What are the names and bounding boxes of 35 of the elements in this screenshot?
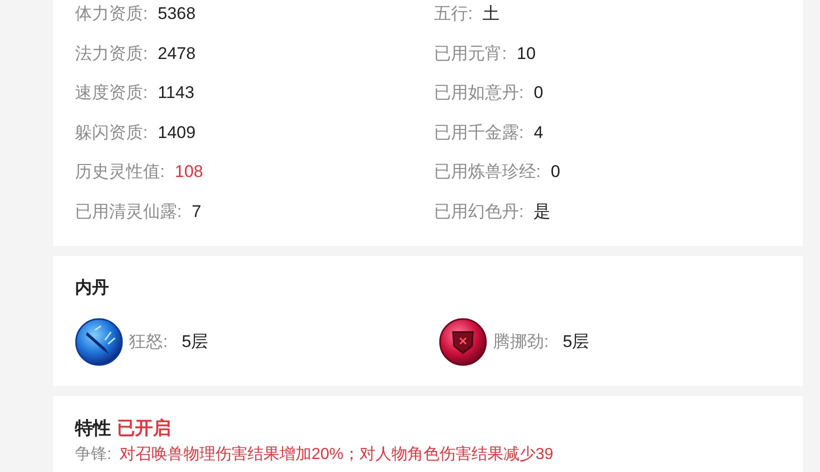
- attribute-label: 已用如意丹:: [434, 82, 524, 104]
- neidan-name: 狂怒:: [129, 330, 168, 353]
- trait-status: 已开启: [117, 416, 171, 440]
- attribute-label: 已用元宵:: [434, 42, 507, 64]
- attribute-value: 108: [174, 161, 204, 183]
- attribute-value: 是: [534, 200, 551, 222]
- attribute-label: 已用幻色丹:: [434, 200, 524, 222]
- attribute-label: 速度资质:: [75, 82, 148, 104]
- neidan-level: 5层: [182, 330, 208, 353]
- attribute-value: 2478: [158, 42, 196, 64]
- attribute-value: 10: [516, 42, 536, 64]
- attribute-value: 0: [550, 161, 560, 183]
- neidan-level: 5层: [562, 330, 590, 353]
- attribute-value: 1409: [158, 122, 196, 144]
- section-title: 内丹: [75, 276, 110, 298]
- attribute-value: 1143: [158, 82, 194, 104]
- attribute-label: 已用千金露:: [434, 122, 524, 144]
- attribute-value: 4: [534, 122, 544, 144]
- attribute-label: 五行:: [434, 3, 473, 25]
- section-title: 特性: [75, 416, 111, 440]
- attribute-value: 5368: [158, 3, 196, 25]
- attribute-label: 体力资质:: [75, 3, 148, 25]
- attribute-value: 土: [482, 3, 500, 25]
- attribute-value: 0: [534, 82, 544, 104]
- attribute-value: 7: [192, 200, 202, 222]
- neidan-name: 腾挪劲:: [493, 330, 549, 353]
- attribute-label: 躲闪资质:: [75, 122, 148, 144]
- blade-orb-icon: [75, 318, 123, 366]
- attribute-label: 法力资质:: [75, 42, 148, 64]
- trait-label: 争锋:: [75, 444, 112, 464]
- trait-description: 对召唤兽物理伤害结果增加20%；对人物角色伤害结果减少39: [119, 444, 554, 464]
- attribute-label: 历史灵性值:: [75, 161, 165, 183]
- attribute-label: 已用炼兽珍经:: [434, 161, 541, 183]
- attribute-label: 已用清灵仙露:: [75, 200, 182, 222]
- shield-orb-icon: [439, 318, 487, 366]
